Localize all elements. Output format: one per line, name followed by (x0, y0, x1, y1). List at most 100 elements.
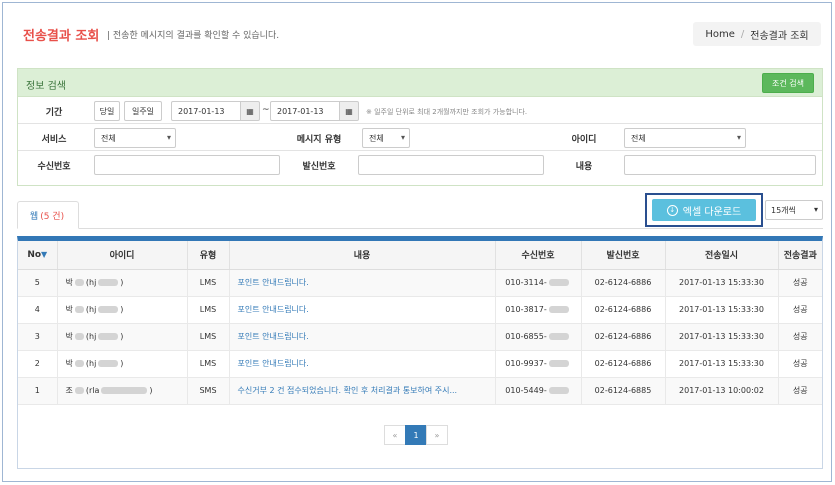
week-button[interactable]: 일주일 (124, 101, 162, 121)
msg-type-select[interactable]: 전체 (362, 128, 410, 148)
column-no-label: No (27, 249, 42, 260)
cell-type: SMS (187, 377, 230, 405)
id-label: 아이디 (571, 134, 597, 145)
cell-id: 박 (hj) (57, 269, 188, 297)
content-input[interactable] (624, 155, 816, 175)
cell-type: LMS (187, 296, 230, 324)
column-result: 전송결과 (778, 241, 822, 270)
download-icon: ↓ (666, 204, 678, 216)
cell-receiver: 010-6855- (495, 323, 582, 351)
sort-down-icon: ▼ (41, 249, 48, 259)
cell-no: 2 (18, 350, 58, 378)
tab-divider (17, 228, 823, 229)
cell-date: 2017-01-13 15:33:30 (665, 323, 779, 351)
cell-date: 2017-01-13 15:33:30 (665, 350, 779, 378)
cell-no: 4 (18, 296, 58, 324)
cell-receiver: 010-3114- (495, 269, 582, 297)
cell-receiver: 010-9937- (495, 350, 582, 378)
app-frame: 전송결과 조회 | 전송한 메시지의 결과를 확인할 수 있습니다. Home … (2, 2, 832, 482)
pagination-page-1[interactable]: 1 (405, 425, 427, 445)
cell-date: 2017-01-13 15:33:30 (665, 269, 779, 297)
column-content: 내용 (229, 241, 496, 270)
cell-no: 5 (18, 269, 58, 297)
breadcrumb-home[interactable]: Home (705, 29, 735, 40)
table-row[interactable]: 5 박 (hj) LMS 포인트 안내드립니다. 010-3114- 02-612… (18, 269, 822, 297)
pagination: « 1 » (384, 425, 448, 445)
msg-type-label: 메시지 유형 (296, 134, 342, 145)
cell-content[interactable]: 포인트 안내드립니다. (229, 296, 496, 324)
cell-sender: 02-6124-6886 (581, 350, 666, 378)
page-subtitle: | 전송한 메시지의 결과를 확인할 수 있습니다. (107, 31, 280, 41)
sender-input[interactable] (358, 155, 544, 175)
breadcrumb-current: 전송결과 조회 (750, 30, 809, 42)
service-label: 서비스 (41, 134, 67, 145)
receiver-input[interactable] (94, 155, 280, 175)
calendar-icon[interactable]: ▦ (339, 101, 359, 121)
column-sender: 발신번호 (581, 241, 666, 270)
cell-date: 2017-01-13 15:33:30 (665, 296, 779, 324)
cell-content[interactable]: 수신거부 2 건 접수되었습니다. 확인 후 처리결과 통보하여 주시... (229, 377, 496, 405)
column-type: 유형 (187, 241, 230, 270)
date-from-input[interactable]: 2017-01-13 (171, 101, 241, 121)
period-row: 기간 당일 일주일 2017-01-13 ▦ ~ 2017-01-13 ▦ ※ … (18, 98, 822, 124)
column-id: 아이디 (57, 241, 188, 270)
table-row[interactable]: 4 박 (hj) LMS 포인트 안내드립니다. 010-3817- 02-612… (18, 296, 822, 324)
cell-result: 성공 (778, 296, 822, 324)
cell-receiver: 010-3817- (495, 296, 582, 324)
calendar-icon[interactable]: ▦ (240, 101, 260, 121)
id-select[interactable]: 전체 (624, 128, 746, 148)
sender-label: 발신번호 (302, 161, 336, 172)
page-title: 전송결과 조회 (23, 29, 100, 44)
today-button[interactable]: 당일 (94, 101, 120, 121)
cell-id: 박 (hj) (57, 323, 188, 351)
cell-result: 성공 (778, 377, 822, 405)
pagination-prev[interactable]: « (384, 425, 406, 445)
column-no[interactable]: No▼ (18, 241, 58, 270)
cell-content[interactable]: 포인트 안내드립니다. (229, 350, 496, 378)
table-row[interactable]: 1 조 (rla) SMS 수신거부 2 건 접수되었습니다. 확인 후 처리결과… (18, 377, 822, 405)
filter-row: 서비스 전체 메시지 유형 전체 아이디 전체 (18, 125, 822, 151)
excel-download-label: 엑셀 다운로드 (682, 206, 742, 218)
table-row[interactable]: 2 박 (hj) LMS 포인트 안내드립니다. 010-9937- 02-612… (18, 350, 822, 378)
cell-result: 성공 (778, 269, 822, 297)
search-panel: 정보 검색 조건 검색 기간 당일 일주일 2017-01-13 ▦ ~ 201… (17, 68, 823, 186)
cell-no: 1 (18, 377, 58, 405)
number-row: 수신번호 발신번호 내용 (18, 152, 822, 178)
service-select[interactable]: 전체 (94, 128, 176, 148)
period-label: 기간 (45, 107, 63, 118)
cell-type: LMS (187, 350, 230, 378)
cell-id: 조 (rla) (57, 377, 188, 405)
cell-id: 박 (hj) (57, 350, 188, 378)
cell-type: LMS (187, 269, 230, 297)
cell-type: LMS (187, 323, 230, 351)
column-date: 전송일시 (665, 241, 779, 270)
date-to-input[interactable]: 2017-01-13 (270, 101, 340, 121)
cell-result: 성공 (778, 350, 822, 378)
cell-content[interactable]: 포인트 안내드립니다. (229, 323, 496, 351)
breadcrumb-separator: / (740, 28, 745, 40)
table-header-row: No▼ 아이디 유형 내용 수신번호 발신번호 전송일시 전송결과 (18, 241, 822, 270)
search-button[interactable]: 조건 검색 (762, 73, 814, 93)
tab-web-count: (5 건) (40, 211, 65, 222)
content-label: 내용 (575, 161, 593, 172)
cell-content[interactable]: 포인트 안내드립니다. (229, 269, 496, 297)
pagination-next[interactable]: » (426, 425, 448, 445)
search-panel-header: 정보 검색 조건 검색 (18, 69, 822, 97)
date-hint: ※ 일주일 단위로 최대 2개월까지만 조회가 가능합니다. (366, 108, 528, 116)
page-size-select[interactable]: 15개씩 (765, 200, 823, 220)
excel-download-button[interactable]: ↓ 엑셀 다운로드 (652, 199, 756, 221)
table-row[interactable]: 3 박 (hj) LMS 포인트 안내드립니다. 010-6855- 02-612… (18, 323, 822, 351)
tab-web-label: 웹 (29, 211, 39, 222)
cell-sender: 02-6124-6886 (581, 269, 666, 297)
cell-result: 성공 (778, 323, 822, 351)
tab-web[interactable]: 웹 (5 건) (17, 201, 79, 229)
excel-highlight: ↓ 엑셀 다운로드 (645, 193, 763, 227)
receiver-label: 수신번호 (37, 161, 71, 172)
cell-id: 박 (hj) (57, 296, 188, 324)
search-panel-title: 정보 검색 (26, 81, 66, 92)
cell-sender: 02-6124-6885 (581, 377, 666, 405)
cell-date: 2017-01-13 10:00:02 (665, 377, 779, 405)
column-receiver: 수신번호 (495, 241, 582, 270)
cell-receiver: 010-5449- (495, 377, 582, 405)
cell-sender: 02-6124-6886 (581, 296, 666, 324)
